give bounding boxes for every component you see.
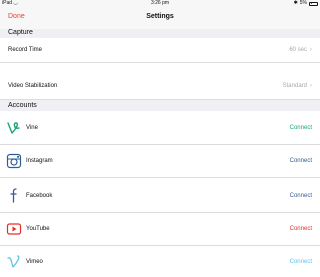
battery-percent: 5%	[299, 0, 307, 6]
video-stabilization-label: Video Stabilization	[8, 83, 58, 89]
record-time-label: Record Time	[8, 47, 43, 53]
status-time: 3:26 pm	[150, 0, 170, 6]
section-header-accounts: Accounts	[0, 100, 320, 111]
bluetooth-icon: ✱	[293, 0, 298, 6]
facebook-icon	[6, 187, 22, 203]
chevron-right-icon: ›	[310, 47, 312, 53]
facebook-label: Facebook	[26, 193, 53, 199]
record-time-value: 60 sec	[289, 47, 307, 53]
vimeo-label: Vimeo	[26, 259, 43, 265]
instagram-icon	[6, 153, 22, 169]
status-bar: iPad ◡ 3:26 pm ✱ 5%	[0, 0, 320, 7]
record-time-row[interactable]: Record Time 60 sec ›	[0, 38, 320, 63]
section-header-capture: Capture	[0, 29, 320, 38]
instagram-connect-button[interactable]: Connect	[290, 158, 312, 164]
account-row-youtube[interactable]: YouTube Connect	[0, 213, 320, 246]
record-time-value-group: 60 sec ›	[289, 47, 312, 53]
youtube-label: YouTube	[26, 226, 50, 232]
vimeo-connect-button[interactable]: Connect	[290, 259, 312, 265]
account-row-instagram[interactable]: Instagram Connect	[0, 145, 320, 178]
video-stabilization-value: Standard	[282, 83, 307, 89]
vine-connect-button[interactable]: Connect	[290, 125, 312, 131]
video-stabilization-value-group: Standard ›	[283, 83, 312, 89]
video-stabilization-row[interactable]: Video Stabilization Standard ›	[0, 63, 320, 100]
account-row-vimeo[interactable]: Vimeo Connect	[0, 246, 320, 277]
youtube-icon	[6, 221, 22, 237]
battery-icon	[309, 1, 318, 6]
status-right: ✱ 5%	[294, 0, 318, 7]
navigation-bar: Done Settings	[0, 7, 320, 29]
vine-label: Vine	[26, 125, 38, 131]
account-row-vine[interactable]: Vine Connect	[0, 111, 320, 145]
facebook-connect-button[interactable]: Connect	[290, 193, 312, 199]
page-title: Settings	[146, 13, 174, 20]
vimeo-icon	[6, 254, 22, 270]
account-row-facebook[interactable]: Facebook Connect	[0, 178, 320, 213]
chevron-right-icon: ›	[310, 83, 312, 89]
youtube-connect-button[interactable]: Connect	[290, 226, 312, 232]
vine-icon	[6, 120, 22, 136]
instagram-label: Instagram	[26, 158, 53, 164]
